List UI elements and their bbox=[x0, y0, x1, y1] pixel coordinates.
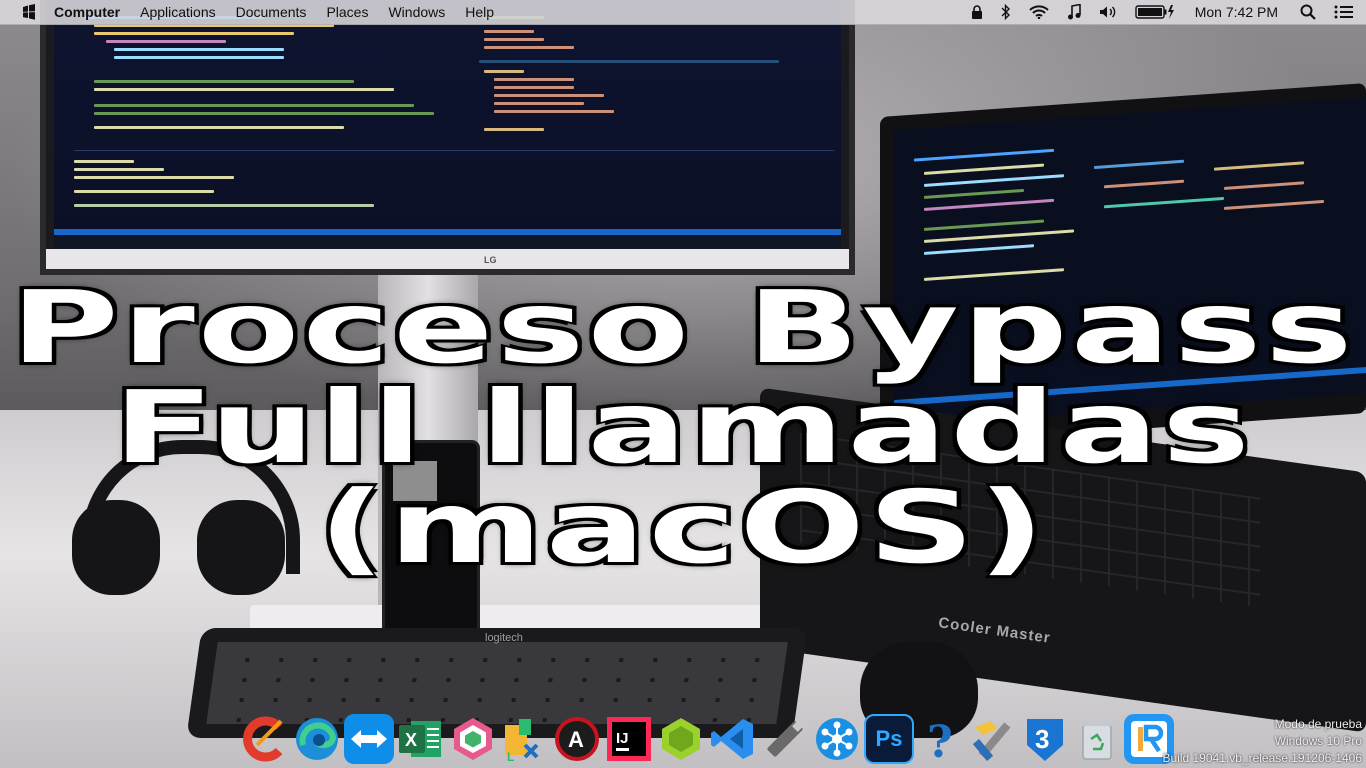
lock-icon[interactable] bbox=[971, 0, 983, 24]
battery-charging-icon[interactable] bbox=[1135, 0, 1175, 24]
list-menu-icon[interactable] bbox=[1334, 0, 1354, 24]
status-area: Mon 7:42 PM bbox=[953, 0, 1354, 24]
help-icon[interactable]: ? bbox=[916, 714, 966, 764]
monitor: LG bbox=[40, 0, 855, 275]
watermark-test-mode: Modo de prueba bbox=[1274, 717, 1362, 731]
svg-text:IJ: IJ bbox=[616, 730, 629, 747]
folder-icon[interactable]: L bbox=[500, 714, 550, 764]
watermark-edition: Windows 10 Pro bbox=[1274, 734, 1362, 748]
monitor-taskbar bbox=[54, 235, 841, 249]
headline-line-1: Proceso Bypass bbox=[10, 269, 1356, 386]
hexagon-app-icon[interactable] bbox=[448, 714, 498, 764]
vscode-icon[interactable] bbox=[708, 714, 758, 764]
headline-line-3: (macOS) bbox=[317, 469, 1049, 586]
apple-menu-icon[interactable] bbox=[18, 1, 40, 23]
dock: X L A IJ Ps ? 3 bbox=[240, 704, 1176, 764]
ccleaner-icon[interactable] bbox=[240, 714, 290, 764]
menubar: Computer Applications Documents Places W… bbox=[0, 0, 1366, 25]
menu-applications[interactable]: Applications bbox=[140, 4, 216, 20]
wifi-icon[interactable] bbox=[1029, 0, 1049, 24]
xcode-tools-icon[interactable] bbox=[968, 714, 1018, 764]
headline: Proceso Bypass Full llamadas (macOS) bbox=[0, 278, 1366, 578]
monitor-screen bbox=[54, 0, 841, 249]
three-icon[interactable]: 3 bbox=[1020, 714, 1070, 764]
svg-text:?: ? bbox=[927, 717, 953, 763]
volume-icon[interactable] bbox=[1099, 0, 1117, 24]
edge-icon[interactable] bbox=[292, 714, 342, 764]
aimp-icon[interactable]: A bbox=[552, 714, 602, 764]
headline-line-2: Full llamadas bbox=[113, 369, 1253, 486]
svg-text:X: X bbox=[405, 730, 417, 750]
menubar-clock[interactable]: Mon 7:42 PM bbox=[1195, 4, 1278, 20]
usb-drive-icon[interactable] bbox=[760, 714, 810, 764]
menu-places[interactable]: Places bbox=[326, 4, 368, 20]
photoshop-icon[interactable]: Ps bbox=[864, 714, 914, 764]
monitor-chin bbox=[46, 249, 849, 269]
search-icon[interactable] bbox=[1300, 0, 1316, 24]
intellij-icon[interactable]: IJ bbox=[604, 714, 654, 764]
android-studio-icon[interactable] bbox=[656, 714, 706, 764]
bluetooth-icon[interactable] bbox=[1001, 0, 1011, 24]
svg-text:L: L bbox=[507, 750, 514, 763]
windows-watermark: Modo de prueba Windows 10 Pro Build 1904… bbox=[1163, 716, 1363, 767]
network-hub-icon[interactable] bbox=[812, 714, 862, 764]
keyboard-brand-label: logitech bbox=[485, 632, 523, 644]
active-app-name[interactable]: Computer bbox=[54, 4, 120, 20]
svg-text:A: A bbox=[568, 727, 584, 752]
trash-icon[interactable] bbox=[1072, 714, 1122, 764]
excel-icon[interactable]: X bbox=[396, 714, 446, 764]
svg-text:3: 3 bbox=[1035, 724, 1049, 754]
menu-documents[interactable]: Documents bbox=[236, 4, 307, 20]
monitor-brand-label: LG bbox=[484, 255, 497, 265]
menu-windows[interactable]: Windows bbox=[388, 4, 445, 20]
teamviewer-icon[interactable] bbox=[344, 714, 394, 764]
watermark-build: Build 19041.vb_release.191206-1406 bbox=[1162, 751, 1363, 765]
menu-help[interactable]: Help bbox=[465, 4, 494, 20]
music-note-icon[interactable] bbox=[1067, 0, 1081, 24]
